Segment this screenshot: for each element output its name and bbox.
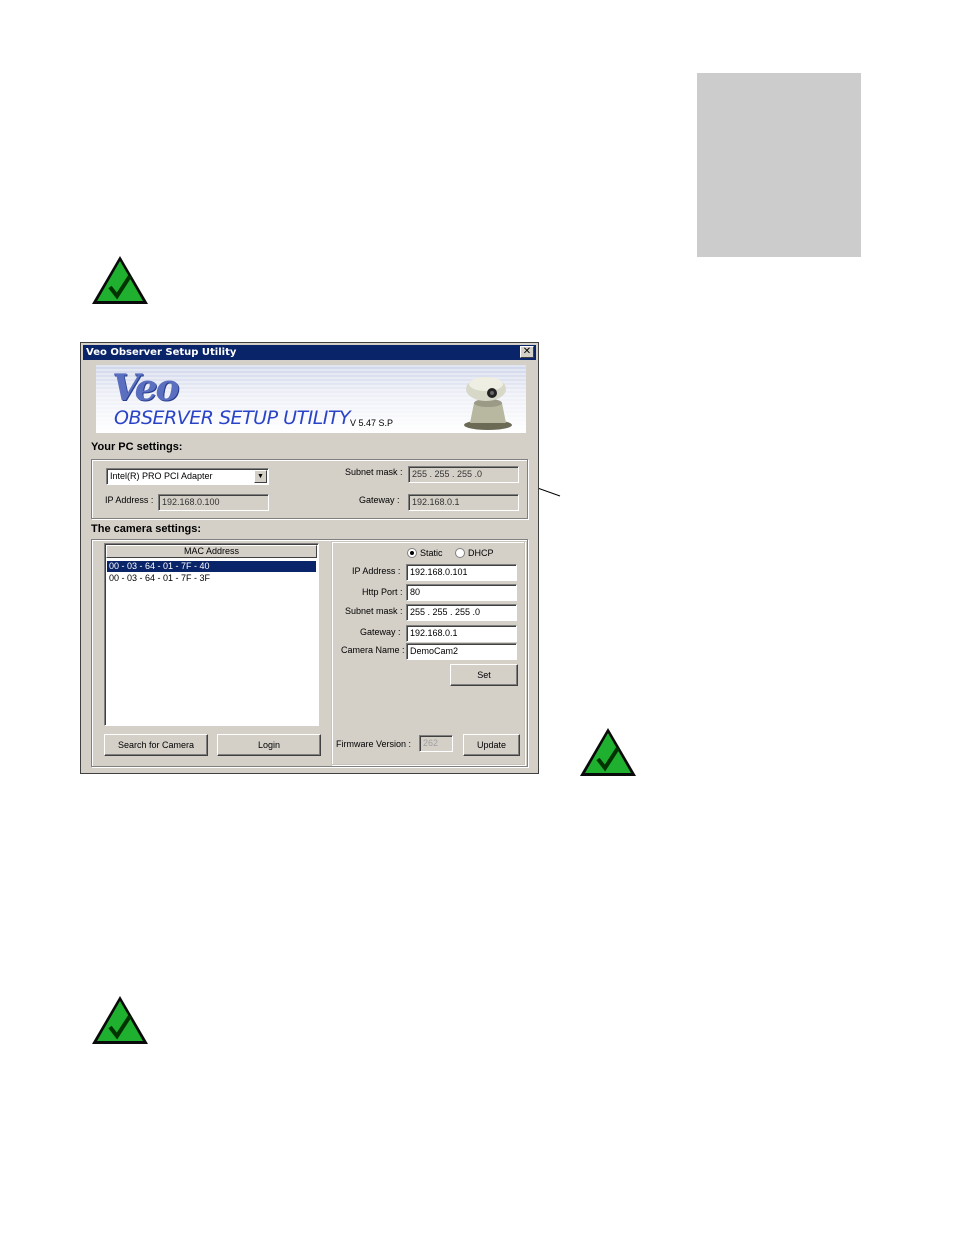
mac-list-item[interactable]: 00 - 03 - 64 - 01 - 7F - 3F bbox=[107, 573, 316, 584]
login-button[interactable]: Login bbox=[217, 734, 321, 756]
cam-subnet-label: Subnet mask : bbox=[345, 606, 403, 616]
cam-ip-input[interactable]: 192.168.0.101 bbox=[406, 564, 517, 581]
adapter-value: Intel(R) PRO PCI Adapter bbox=[110, 471, 213, 481]
camera-name-input[interactable]: DemoCam2 bbox=[406, 643, 517, 660]
dhcp-radio[interactable] bbox=[455, 548, 465, 558]
static-label: Static bbox=[420, 548, 443, 558]
dhcp-label: DHCP bbox=[468, 548, 494, 558]
camera-image-icon bbox=[464, 377, 512, 430]
camera-name-label: Camera Name : bbox=[341, 645, 405, 655]
http-port-input[interactable]: 80 bbox=[406, 584, 517, 601]
close-button[interactable]: ✕ bbox=[520, 346, 534, 358]
window-titlebar[interactable]: Veo Observer Setup Utility ✕ bbox=[83, 345, 536, 360]
mac-address-list[interactable]: MAC Address 00 - 03 - 64 - 01 - 7F - 40 … bbox=[104, 543, 319, 726]
camera-settings-heading: The camera settings: bbox=[91, 523, 202, 535]
setup-utility-window: Veo Observer Setup Utility ✕ Veo OBSERVE… bbox=[80, 342, 539, 774]
firmware-label: Firmware Version : bbox=[336, 739, 412, 749]
network-adapter-select[interactable]: Intel(R) PRO PCI Adapter ▼ bbox=[106, 468, 269, 485]
cam-subnet-input[interactable]: 255 . 255 . 255 .0 bbox=[406, 604, 517, 621]
cam-gateway-input[interactable]: 192.168.0.1 bbox=[406, 625, 517, 642]
version-label: V 5.47 S.P bbox=[350, 418, 394, 428]
product-banner: Veo OBSERVER SETUP UTILITY V 5.47 S.P bbox=[96, 365, 526, 433]
pc-ip-field: 192.168.0.100 bbox=[158, 494, 269, 511]
chevron-down-icon[interactable]: ▼ bbox=[254, 470, 267, 483]
margin-tab bbox=[697, 73, 861, 257]
update-button[interactable]: Update bbox=[463, 734, 520, 756]
pc-settings-heading: Your PC settings: bbox=[91, 441, 183, 453]
pc-subnet-field: 255 . 255 . 255 .0 bbox=[408, 466, 519, 483]
product-name: OBSERVER SETUP UTILITY bbox=[114, 407, 351, 429]
pc-ip-label: IP Address : bbox=[105, 495, 154, 505]
cam-gateway-label: Gateway : bbox=[360, 627, 401, 637]
firmware-field: 262 bbox=[419, 735, 453, 752]
list-header-mac[interactable]: MAC Address bbox=[106, 545, 317, 558]
checkmark-note-icon bbox=[578, 726, 638, 780]
static-radio[interactable] bbox=[407, 548, 417, 558]
mac-list-item[interactable]: 00 - 03 - 64 - 01 - 7F - 40 bbox=[107, 561, 316, 572]
checkmark-note-icon bbox=[90, 254, 150, 308]
pc-subnet-label: Subnet mask : bbox=[345, 467, 403, 477]
checkmark-note-icon bbox=[90, 994, 150, 1048]
window-title: Veo Observer Setup Utility bbox=[86, 347, 237, 358]
search-camera-button[interactable]: Search for Camera bbox=[104, 734, 208, 756]
pc-gateway-label: Gateway : bbox=[359, 495, 400, 505]
set-button[interactable]: Set bbox=[450, 664, 518, 686]
veo-logo: Veo bbox=[112, 367, 180, 409]
http-port-label: Http Port : bbox=[362, 587, 403, 597]
cam-ip-label: IP Address : bbox=[352, 566, 401, 576]
pc-gateway-field: 192.168.0.1 bbox=[408, 494, 519, 511]
